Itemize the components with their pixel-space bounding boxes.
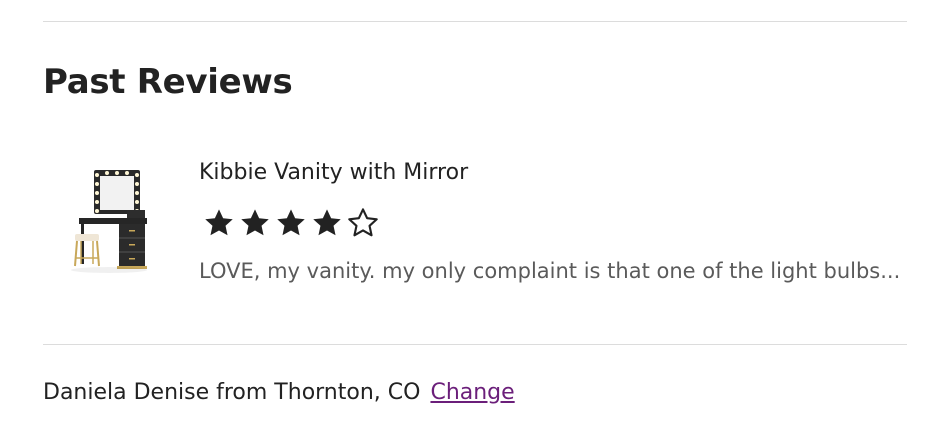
star-filled-icon <box>241 209 269 236</box>
product-thumbnail[interactable] <box>67 166 151 278</box>
star-empty-icon <box>348 208 378 237</box>
review-item[interactable]: Kibbie Vanity with Mirror LOVE, my vanit… <box>43 140 907 310</box>
product-name-link[interactable]: Kibbie Vanity with Mirror <box>199 159 468 187</box>
star-filled-icon <box>277 209 305 236</box>
reviewer-location-text: Daniela Denise from Thornton, CO <box>43 380 421 405</box>
star-filled-icon <box>205 209 233 236</box>
top-divider <box>43 21 907 22</box>
star-rating <box>203 207 379 239</box>
bottom-divider <box>43 344 907 345</box>
star-filled-icon <box>313 209 341 236</box>
section-title: Past Reviews <box>43 62 293 102</box>
review-excerpt: LOVE, my vanity. my only complaint is th… <box>199 259 901 283</box>
reviewer-location: Daniela Denise from Thornton, CO Change <box>43 378 515 408</box>
change-location-link[interactable]: Change <box>430 380 514 405</box>
